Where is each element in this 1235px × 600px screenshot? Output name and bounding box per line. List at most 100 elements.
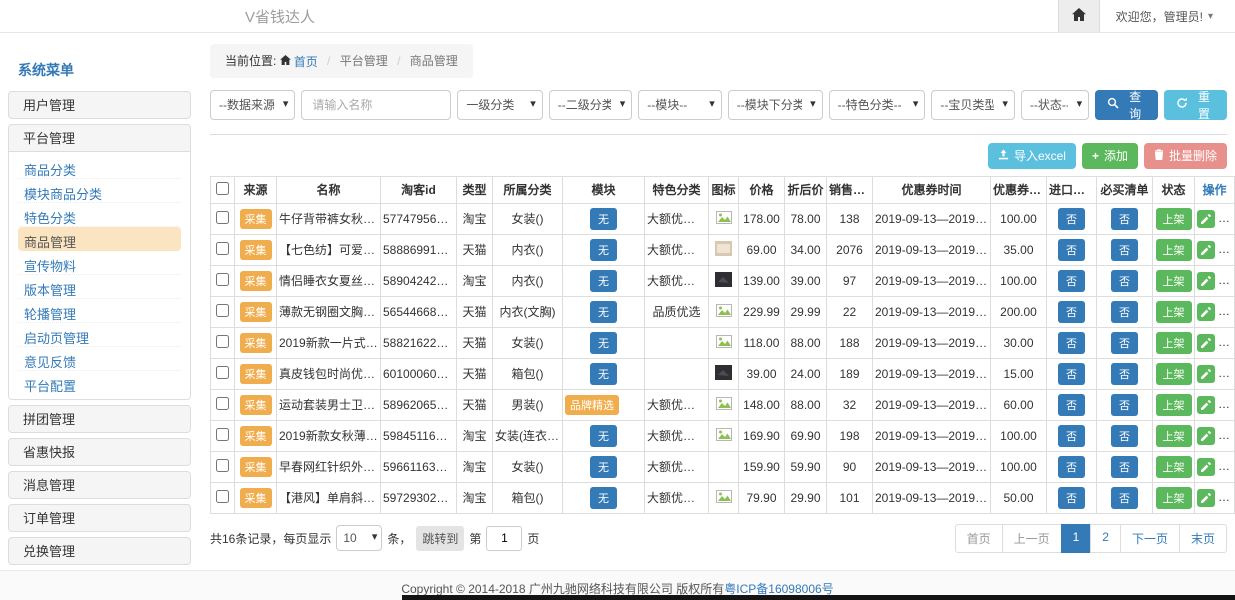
import-select-toggle[interactable]: 否 bbox=[1058, 301, 1085, 323]
filter-feature-category-select[interactable]: --特色分类-- bbox=[829, 90, 926, 120]
import-select-toggle[interactable]: 否 bbox=[1058, 270, 1085, 292]
edit-button[interactable] bbox=[1197, 272, 1215, 290]
status-button[interactable]: 上架 bbox=[1156, 301, 1192, 323]
sidebar-subitem[interactable]: 宣传物料 bbox=[18, 251, 181, 275]
sidebar-group-platform[interactable]: 平台管理 bbox=[8, 124, 191, 152]
filter-item-type-select[interactable]: --宝贝类型-- bbox=[931, 90, 1014, 120]
sidebar-group[interactable]: 拼团管理 bbox=[8, 405, 191, 433]
import-select-toggle[interactable]: 否 bbox=[1058, 394, 1085, 416]
pager-item[interactable]: 末页 bbox=[1179, 524, 1227, 553]
reset-button[interactable]: 重置 bbox=[1164, 90, 1227, 120]
sidebar-group-users[interactable]: 用户管理 bbox=[8, 91, 191, 119]
sidebar-subitem[interactable]: 商品分类 bbox=[18, 155, 181, 179]
image-placeholder-icon bbox=[716, 304, 732, 320]
sidebar-group[interactable]: 省惠快报 bbox=[8, 438, 191, 466]
sidebar-subitem[interactable]: 轮播管理 bbox=[18, 299, 181, 323]
module-cell: 无 bbox=[563, 203, 645, 234]
must-buy-toggle[interactable]: 否 bbox=[1111, 270, 1138, 292]
must-buy-toggle[interactable]: 否 bbox=[1111, 301, 1138, 323]
status-button[interactable]: 上架 bbox=[1156, 239, 1192, 261]
product-name-input[interactable] bbox=[301, 90, 451, 120]
user-menu[interactable]: 欢迎您，管理员! ▾ bbox=[1100, 8, 1235, 25]
sidebar-subitem[interactable]: 特色分类 bbox=[18, 203, 181, 227]
import-select-toggle[interactable]: 否 bbox=[1058, 239, 1085, 261]
filter-level2-category-select[interactable]: --二级分类-- bbox=[549, 90, 632, 120]
sidebar-subitem[interactable]: 意见反馈 bbox=[18, 347, 181, 371]
status-button[interactable]: 上架 bbox=[1156, 270, 1192, 292]
main-content: 当前位置: 首页 / 平台管理 / 商品管理 --数据来源--一级分类--二级分… bbox=[210, 38, 1227, 553]
pager-item[interactable]: 2 bbox=[1090, 524, 1121, 553]
type-cell: 淘宝 bbox=[457, 451, 493, 482]
import-select-toggle[interactable]: 否 bbox=[1058, 208, 1085, 230]
row-checkbox[interactable] bbox=[216, 490, 229, 503]
pager-item[interactable]: 1 bbox=[1061, 524, 1092, 553]
must-buy-toggle[interactable]: 否 bbox=[1111, 425, 1138, 447]
status-button[interactable]: 上架 bbox=[1156, 456, 1192, 478]
sidebar-subitem[interactable]: 启动页管理 bbox=[18, 323, 181, 347]
status-button[interactable]: 上架 bbox=[1156, 208, 1192, 230]
edit-button[interactable] bbox=[1197, 210, 1215, 228]
row-checkbox[interactable] bbox=[216, 273, 229, 286]
must-buy-toggle[interactable]: 否 bbox=[1111, 208, 1138, 230]
filter-level1-category-select[interactable]: 一级分类 bbox=[457, 90, 542, 120]
must-buy-toggle[interactable]: 否 bbox=[1111, 487, 1138, 509]
edit-button[interactable] bbox=[1197, 458, 1215, 476]
import-select-toggle[interactable]: 否 bbox=[1058, 332, 1085, 354]
pager-item[interactable]: 下一页 bbox=[1120, 524, 1180, 553]
filter-data-source-select[interactable]: --数据来源-- bbox=[210, 90, 295, 120]
must-buy-toggle[interactable]: 否 bbox=[1111, 363, 1138, 385]
sidebar-group[interactable]: 订单管理 bbox=[8, 504, 191, 532]
home-button[interactable] bbox=[1058, 0, 1100, 32]
sidebar-subitem[interactable]: 模块商品分类 bbox=[18, 179, 181, 203]
select-all-checkbox[interactable] bbox=[216, 182, 229, 195]
row-checkbox[interactable] bbox=[216, 428, 229, 441]
jump-page-input[interactable] bbox=[486, 526, 522, 551]
sidebar-subitem-active[interactable]: 商品管理 bbox=[18, 227, 181, 251]
sidebar-subitem[interactable]: 版本管理 bbox=[18, 275, 181, 299]
row-checkbox[interactable] bbox=[216, 335, 229, 348]
per-page-select[interactable]: 10 bbox=[336, 525, 382, 551]
product-name-cell: 牛仔背带裤女秋装减龄... bbox=[277, 203, 381, 234]
sidebar-subitem[interactable]: 平台配置 bbox=[18, 371, 181, 395]
search-button[interactable]: 查询 bbox=[1095, 90, 1158, 120]
edit-button[interactable] bbox=[1197, 396, 1215, 414]
filter-module-subcategory-select[interactable]: --模块下分类-- bbox=[728, 90, 823, 120]
row-checkbox[interactable] bbox=[216, 304, 229, 317]
status-button[interactable]: 上架 bbox=[1156, 487, 1192, 509]
batch-delete-button[interactable]: 批量删除 bbox=[1144, 143, 1227, 169]
status-button[interactable]: 上架 bbox=[1156, 363, 1192, 385]
must-buy-toggle[interactable]: 否 bbox=[1111, 239, 1138, 261]
import-select-toggle[interactable]: 否 bbox=[1058, 363, 1085, 385]
add-button[interactable]: + 添加 bbox=[1082, 143, 1138, 169]
import-excel-button[interactable]: 导入excel bbox=[988, 143, 1076, 169]
row-checkbox[interactable] bbox=[216, 459, 229, 472]
row-checkbox[interactable] bbox=[216, 366, 229, 379]
must-buy-toggle[interactable]: 否 bbox=[1111, 332, 1138, 354]
edit-button[interactable] bbox=[1197, 303, 1215, 321]
edit-button[interactable] bbox=[1197, 241, 1215, 259]
sidebar-group[interactable]: 兑换管理 bbox=[8, 537, 191, 565]
jump-to-button[interactable]: 跳转到 bbox=[416, 526, 464, 551]
coupon-time-cell: 2019-09-13—2019-09-17 bbox=[873, 203, 991, 234]
status-button[interactable]: 上架 bbox=[1156, 394, 1192, 416]
edit-button[interactable] bbox=[1197, 365, 1215, 383]
icp-link[interactable]: 粤ICP备16098006号 bbox=[724, 582, 833, 596]
edit-button[interactable] bbox=[1197, 427, 1215, 445]
import-select-toggle[interactable]: 否 bbox=[1058, 487, 1085, 509]
filter-module-select[interactable]: --模块-- bbox=[638, 90, 721, 120]
status-button[interactable]: 上架 bbox=[1156, 425, 1192, 447]
import-select-toggle[interactable]: 否 bbox=[1058, 456, 1085, 478]
edit-button[interactable] bbox=[1197, 334, 1215, 352]
taoke-id-cell: 588216228899 bbox=[381, 327, 457, 358]
must-buy-toggle[interactable]: 否 bbox=[1111, 394, 1138, 416]
sidebar-group[interactable]: 消息管理 bbox=[8, 471, 191, 499]
import-select-toggle[interactable]: 否 bbox=[1058, 425, 1085, 447]
row-checkbox[interactable] bbox=[216, 211, 229, 224]
status-button[interactable]: 上架 bbox=[1156, 332, 1192, 354]
filter-status-select[interactable]: --状态-- bbox=[1021, 90, 1089, 120]
row-checkbox[interactable] bbox=[216, 242, 229, 255]
row-checkbox[interactable] bbox=[216, 397, 229, 410]
breadcrumb-home-link[interactable]: 首页 bbox=[280, 53, 318, 70]
edit-button[interactable] bbox=[1197, 489, 1215, 507]
must-buy-toggle[interactable]: 否 bbox=[1111, 456, 1138, 478]
